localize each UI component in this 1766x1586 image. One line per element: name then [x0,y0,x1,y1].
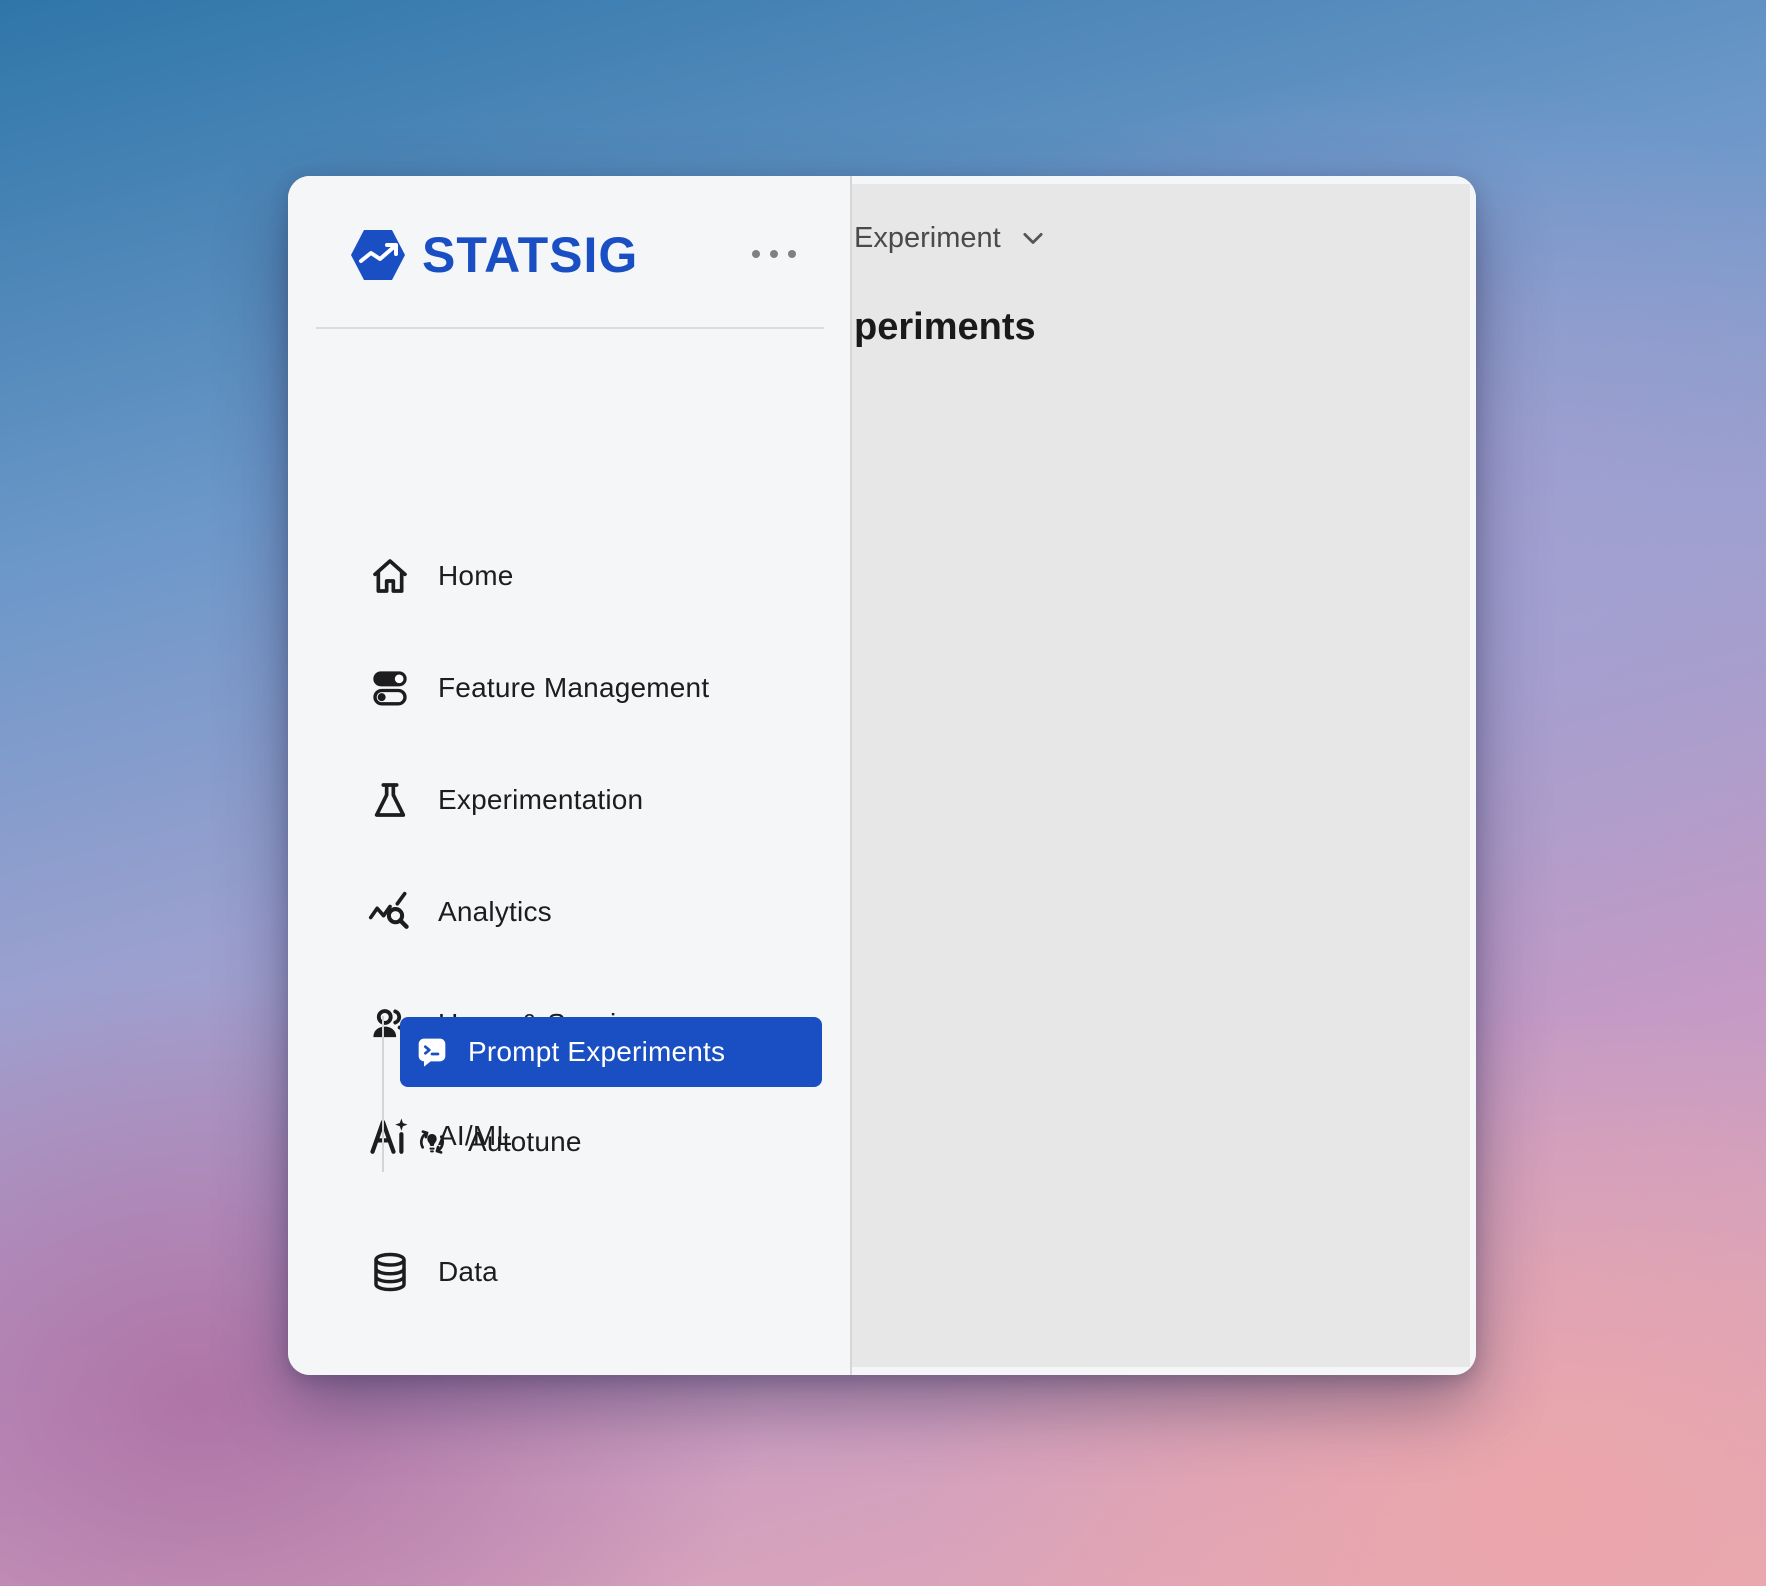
dropdown-label: Experiment [854,222,1001,254]
sidebar-item-feature-management[interactable]: Feature Management [368,662,709,714]
prompt-chat-icon [414,1034,450,1070]
toggle-icon [368,666,412,710]
flask-icon [368,778,412,822]
sidebar-item-label: Feature Management [438,672,710,703]
experiment-type-dropdown[interactable]: Experiment [854,222,1047,255]
brand-name: STATSIG [422,227,639,283]
sidebar-subitem-label: Prompt Experiments [468,1036,726,1067]
home-icon [368,554,412,598]
sidebar-item-label: Home [438,560,514,591]
sidebar-item-data[interactable]: Data [368,1246,498,1298]
app-window: Experiment Prompt Experiments STATSIG [288,176,1476,1375]
analytics-search-icon [368,890,412,934]
autotune-icon [414,1124,450,1160]
dot-icon [752,250,760,258]
dot-icon [788,250,796,258]
sidebar-subitem-label: Autotune [468,1126,582,1157]
page-title-text: Prompt Experiments [854,306,1036,348]
divider [316,327,824,329]
sidebar-subitem-prompt-experiments[interactable]: Prompt Experiments [400,1017,822,1087]
subnav-guide-line [382,1016,384,1172]
dot-icon [770,250,778,258]
page-title: Prompt Experiments [854,306,1254,366]
sidebar-item-label: Experimentation [438,784,644,815]
chevron-down-icon [1023,232,1043,244]
more-options-button[interactable] [752,242,796,266]
database-icon [368,1250,412,1294]
sidebar-subitem-autotune[interactable]: Autotune [400,1114,822,1170]
sidebar-item-label: Data [438,1256,498,1287]
frame-right [1470,176,1476,1375]
brand[interactable]: STATSIG [350,228,638,282]
sidebar: STATSIG Home Feature Management Experime… [288,176,852,1375]
sidebar-item-analytics[interactable]: Analytics [368,886,552,938]
sidebar-item-home[interactable]: Home [368,550,514,602]
sidebar-item-label: Analytics [438,896,552,927]
sidebar-item-experimentation[interactable]: Experimentation [368,774,643,826]
statsig-logo-icon [351,230,405,280]
